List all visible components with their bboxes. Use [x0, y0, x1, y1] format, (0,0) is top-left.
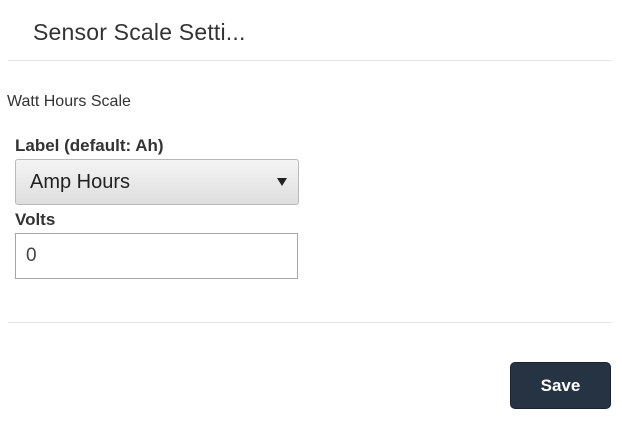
dialog-header: Sensor Scale Setti...	[0, 0, 622, 60]
volts-input[interactable]	[15, 233, 298, 279]
footer-divider	[8, 322, 612, 323]
section-heading: Watt Hours Scale	[7, 93, 131, 110]
header-divider	[8, 60, 612, 61]
label-select[interactable]: Amp Hours	[15, 159, 299, 205]
label-select-caption: Label (default: Ah)	[15, 136, 164, 155]
volts-caption: Volts	[15, 210, 56, 229]
label-select-value: Amp Hours	[30, 171, 131, 193]
save-button[interactable]: Save	[510, 362, 611, 409]
dropdown-arrow-icon	[277, 178, 287, 186]
sensor-scale-settings-dialog: Sensor Scale Setti... Watt Hours Scale L…	[0, 0, 622, 432]
dialog-title: Sensor Scale Setti...	[33, 19, 246, 45]
